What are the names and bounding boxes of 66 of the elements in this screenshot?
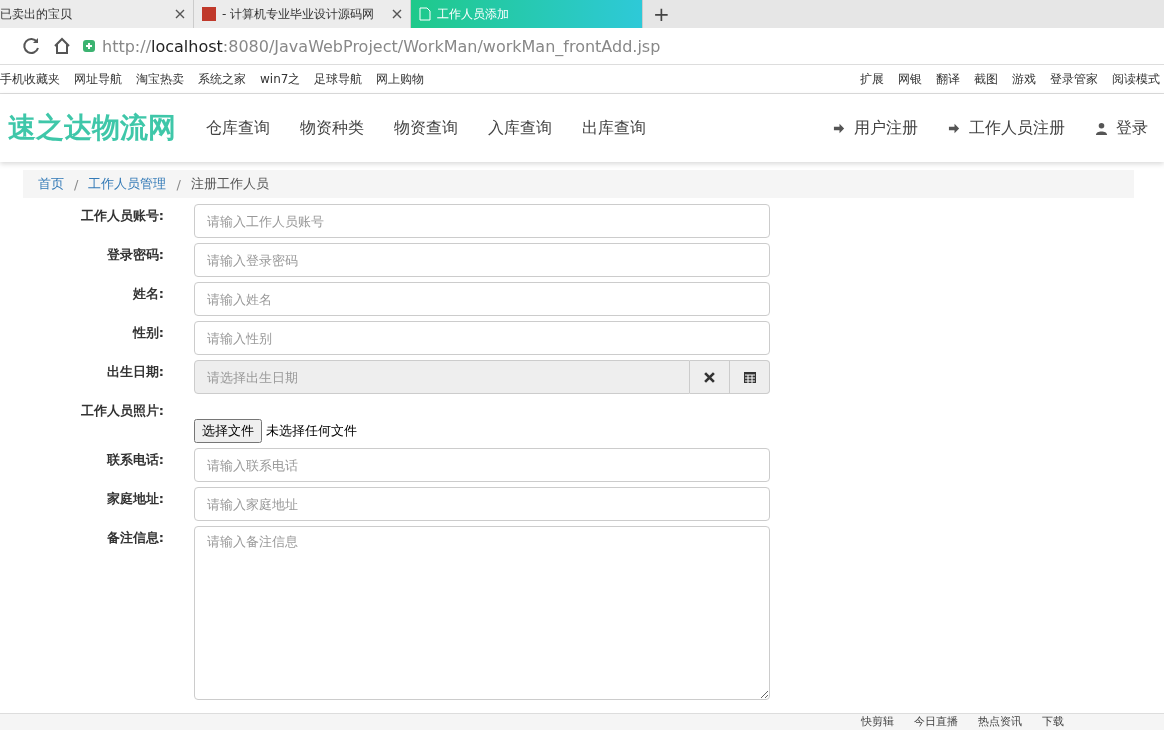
choose-file-button[interactable]: 选择文件	[194, 419, 262, 443]
address-bar[interactable]: http://localhost:8080/JavaWebProject/WorkMan/workMan_frontAdd.jsp	[82, 32, 1164, 60]
shield-icon	[82, 39, 96, 53]
toolbar-link[interactable]: 扩展	[860, 70, 884, 88]
status-bar-item[interactable]: 下载	[1042, 714, 1064, 730]
bookmark-link[interactable]: 手机收藏夹	[0, 70, 60, 88]
site-favicon-icon	[202, 7, 216, 21]
bookmark-link[interactable]: 网上购物	[376, 70, 425, 88]
bookmark-link[interactable]: 淘宝热卖	[136, 70, 184, 88]
bookmark-link[interactable]: win7之	[260, 70, 301, 88]
status-bar-item[interactable]: 今日直播	[914, 714, 958, 730]
nav-link[interactable]: 物资查询	[394, 117, 458, 139]
field-label: 备注信息:	[105, 529, 165, 547]
calendar-icon	[743, 371, 756, 383]
bookmark-link[interactable]: 网址导航	[74, 70, 122, 88]
toolbar-link[interactable]: 游戏	[1012, 70, 1036, 88]
toolbar-link[interactable]: 阅读模式	[1112, 70, 1160, 88]
field-label: 性别:	[131, 324, 165, 342]
page-icon	[419, 7, 431, 21]
input-field[interactable]: 请输入联系电话	[194, 448, 770, 482]
account-link[interactable]: 登录	[1095, 117, 1148, 139]
textarea-field[interactable]: 请输入备注信息	[194, 526, 770, 700]
input-field[interactable]: 请输入家庭地址	[194, 487, 770, 521]
toolbar-link[interactable]: 翻译	[936, 70, 960, 88]
calendar-button[interactable]	[730, 360, 770, 394]
breadcrumb-item[interactable]: 首页	[38, 175, 64, 193]
account-link[interactable]: 用户注册	[833, 117, 918, 139]
field-label: 姓名:	[131, 285, 165, 303]
nav-link[interactable]: 出库查询	[582, 117, 646, 139]
field-label: 出生日期:	[105, 363, 165, 381]
bookmark-link[interactable]: 足球导航	[314, 70, 363, 88]
close-icon[interactable]	[175, 9, 185, 19]
breadcrumb-item[interactable]: 工作人员管理	[88, 175, 167, 193]
field-label: 联系电话:	[105, 451, 165, 469]
toolbar-link[interactable]: 网银	[898, 70, 922, 88]
account-link[interactable]: 工作人员注册	[948, 117, 1065, 139]
input-field[interactable]: 请输入登录密码	[194, 243, 770, 277]
field-label: 工作人员账号:	[79, 207, 165, 225]
input-field[interactable]: 请输入性别	[194, 321, 770, 355]
field-label: 家庭地址:	[105, 490, 165, 508]
browser-tab[interactable]: 已卖出的宝贝	[0, 0, 194, 28]
browser-tab[interactable]: - 计算机专业毕业设计源码网	[194, 0, 411, 28]
input-field[interactable]: 请输入工作人员账号	[194, 204, 770, 238]
nav-link[interactable]: 入库查询	[488, 117, 552, 139]
clear-button[interactable]	[690, 360, 730, 394]
status-bar-item[interactable]: 热点资讯	[978, 714, 1022, 730]
toolbar-link[interactable]: 截图	[974, 70, 998, 88]
date-field[interactable]: 请选择出生日期	[194, 360, 690, 394]
breadcrumb-separator: /	[74, 176, 79, 192]
nav-link[interactable]: 仓库查询	[206, 117, 270, 139]
nav-link[interactable]: 物资种类	[300, 117, 364, 139]
field-label: 登录密码:	[105, 246, 165, 264]
user-icon	[1095, 121, 1108, 135]
close-icon	[704, 371, 715, 383]
bookmark-link[interactable]: 系统之家	[198, 70, 246, 88]
file-status: 未选择任何文件	[266, 422, 357, 440]
toolbar-link[interactable]: 登录管家	[1050, 70, 1098, 88]
home-icon[interactable]	[52, 36, 72, 56]
field-label: 工作人员照片:	[79, 402, 165, 420]
reload-icon[interactable]	[22, 36, 42, 56]
breadcrumb-item: 注册工作人员	[190, 175, 269, 193]
close-icon[interactable]	[392, 9, 402, 19]
input-field[interactable]: 请输入姓名	[194, 282, 770, 316]
breadcrumb-separator: /	[176, 176, 181, 192]
new-tab-button[interactable]: +	[643, 0, 680, 28]
status-bar-item[interactable]: 快剪辑	[861, 714, 894, 730]
